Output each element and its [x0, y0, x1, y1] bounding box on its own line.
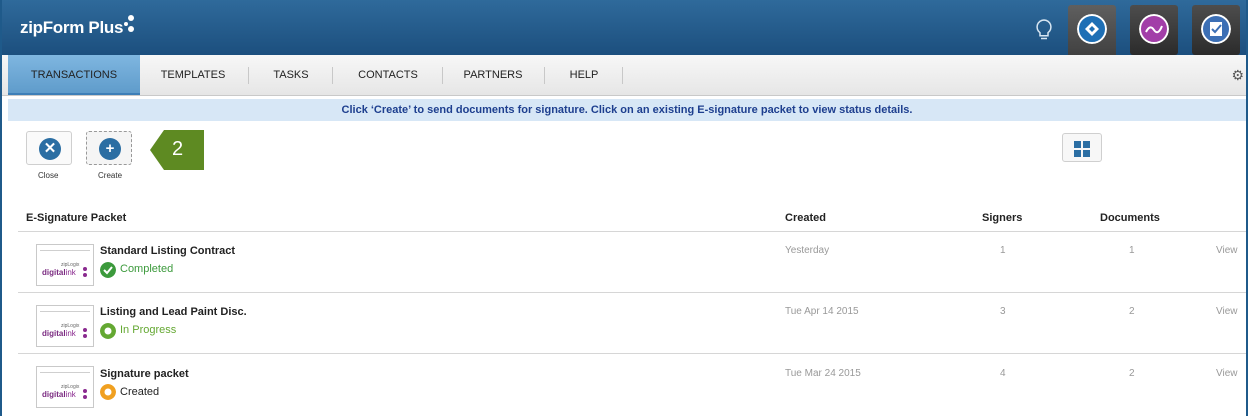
close-button[interactable]: ✕	[26, 131, 72, 165]
nav-divider	[332, 67, 333, 84]
lightbulb-icon[interactable]	[1034, 18, 1054, 42]
documents-count: 2	[1129, 306, 1135, 317]
packet-title[interactable]: Listing and Lead Paint Disc.	[100, 306, 247, 318]
signature-app-tab[interactable]	[1130, 5, 1178, 55]
in-progress-icon	[100, 323, 116, 339]
column-header-packet[interactable]: E-Signature Packet	[26, 212, 126, 224]
digitalink-figure-icon	[83, 328, 87, 338]
info-banner: Click ‘Create’ to send documents for sig…	[8, 99, 1246, 121]
forms-app-icon	[1201, 14, 1231, 44]
digitalink-figure-icon	[83, 389, 87, 399]
table-row[interactable]: zipLogix digitalink Standard Listing Con…	[18, 232, 1246, 293]
nav-divider	[248, 67, 249, 84]
tab-contacts[interactable]: CONTACTS	[344, 55, 432, 95]
view-link[interactable]: View	[1216, 306, 1238, 317]
status-label: Completed	[120, 263, 174, 275]
settings-gear-icon[interactable]: ⚙	[1231, 67, 1244, 84]
tab-partners[interactable]: PARTNERS	[454, 55, 532, 95]
forms-app-tab[interactable]	[1192, 5, 1240, 55]
created-status-icon	[100, 384, 116, 400]
digitalink-app-icon	[1077, 14, 1107, 44]
nav-divider	[622, 67, 623, 84]
column-header-created[interactable]: Created	[785, 212, 826, 224]
main-nav: TRANSACTIONS TEMPLATES TASKS CONTACTS PA…	[2, 55, 1246, 96]
digitalink-figure-icon	[83, 267, 87, 277]
plus-icon: +	[99, 138, 121, 160]
created-date: Tue Mar 24 2015	[785, 368, 861, 379]
create-button-label: Create	[98, 171, 123, 180]
app-window: zipForm Plus TRANSACTIONS TEMPLATES TASK…	[0, 0, 1248, 416]
table-row[interactable]: zipLogix digitalink Signature packet Cre…	[18, 354, 1246, 415]
digitalink-logo: digitalink	[42, 390, 76, 399]
signers-count: 4	[1000, 368, 1006, 379]
close-icon: ✕	[39, 138, 61, 160]
completed-check-icon	[100, 262, 116, 278]
status-label: Created	[120, 386, 160, 398]
signers-count: 1	[1000, 245, 1006, 256]
digitalink-logo: digitalink	[42, 329, 76, 338]
close-button-label: Close	[38, 171, 59, 180]
logo-figure-icon	[124, 15, 134, 32]
digitalink-thumbnail: zipLogix digitalink	[36, 244, 94, 286]
status-label: In Progress	[120, 324, 177, 336]
nav-divider	[442, 67, 443, 84]
tab-transactions[interactable]: TRANSACTIONS	[8, 55, 140, 95]
packet-title[interactable]: Standard Listing Contract	[100, 245, 235, 257]
digitalink-thumbnail: zipLogix digitalink	[36, 366, 94, 408]
view-link[interactable]: View	[1216, 245, 1238, 256]
table-row[interactable]: zipLogix digitalink Listing and Lead Pai…	[18, 293, 1246, 354]
tab-templates[interactable]: TEMPLATES	[148, 55, 238, 95]
documents-count: 1	[1129, 245, 1135, 256]
nav-divider	[544, 67, 545, 84]
signature-app-icon	[1139, 14, 1169, 44]
packet-title[interactable]: Signature packet	[100, 368, 189, 380]
created-date: Yesterday	[785, 245, 830, 256]
grid-view-button[interactable]	[1062, 133, 1102, 162]
top-bar: zipForm Plus	[2, 0, 1246, 75]
tab-help[interactable]: HELP	[554, 55, 614, 95]
view-link[interactable]: View	[1216, 368, 1238, 379]
tab-tasks[interactable]: TASKS	[260, 55, 322, 95]
created-date: Tue Apr 14 2015	[785, 306, 859, 317]
digitalink-thumbnail: zipLogix digitalink	[36, 305, 94, 347]
app-logo[interactable]: zipForm Plus	[20, 18, 123, 38]
create-button[interactable]: +	[86, 131, 132, 165]
digitalink-logo: digitalink	[42, 268, 76, 277]
column-header-documents[interactable]: Documents	[1100, 212, 1160, 224]
signers-count: 3	[1000, 306, 1006, 317]
column-header-signers[interactable]: Signers	[982, 212, 1022, 224]
documents-count: 2	[1129, 368, 1135, 379]
step-callout-number: 2	[172, 138, 184, 160]
